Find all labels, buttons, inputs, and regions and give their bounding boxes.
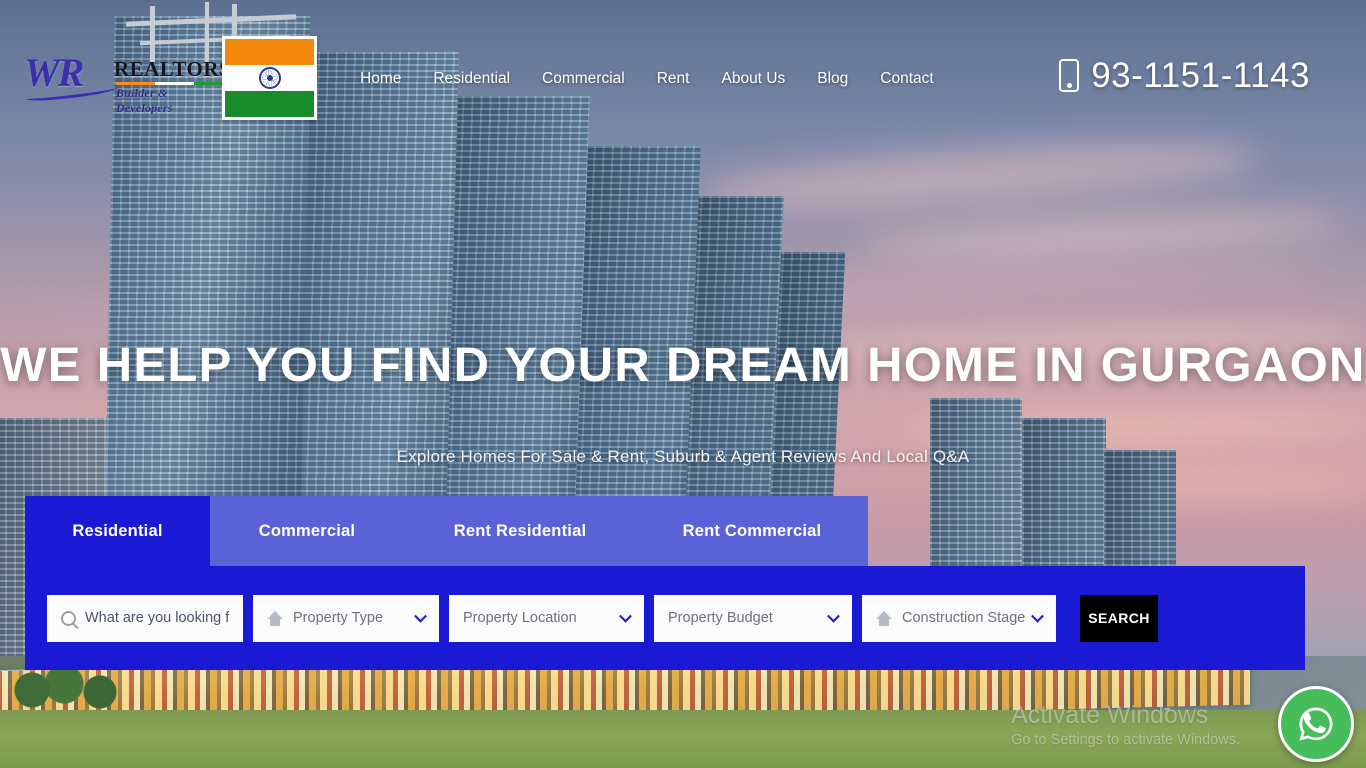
logo-tagline: Builder & Developers [116,86,173,115]
watermark-line-2: Go to Settings to activate Windows. [1011,731,1240,748]
header-phone[interactable]: 93-1151-1143 [1059,58,1310,93]
logo-company-name: REALTORS [114,57,232,81]
home-icon [876,610,892,626]
mobile-phone-icon [1059,59,1080,92]
nav-item-blog[interactable]: Blog [817,70,848,88]
ashoka-chakra-icon [258,67,281,89]
nav-item-about-us[interactable]: About Us [721,70,785,88]
property-search-bar: What are you looking for Property Type P… [25,566,1305,670]
whatsapp-chat-button[interactable] [1278,686,1354,762]
nav-item-contact[interactable]: Contact [880,70,933,88]
tab-residential[interactable]: Residential [25,496,210,566]
watermark-line-1: Activate Windows [1011,700,1209,729]
india-flag-icon [222,36,317,120]
chevron-down-icon [827,609,840,623]
nav-item-rent[interactable]: Rent [657,70,690,88]
hero-title: WE HELP YOU FIND YOUR DREAM HOME IN GURG… [0,339,1366,392]
chevron-down-icon [619,609,632,623]
chevron-down-icon [1031,609,1044,623]
nav-item-commercial[interactable]: Commercial [542,70,625,88]
property-type-value: Property Type [293,610,384,626]
property-budget-value: Property Budget [668,610,773,626]
main-navigation: Home Residential Commercial Rent About U… [360,70,934,88]
search-icon [61,610,76,626]
tab-commercial[interactable]: Commercial [210,496,404,566]
hero-subtitle: Explore Homes For Sale & Rent, Suburb & … [396,447,970,466]
home-icon [267,610,283,626]
tab-rent-residential[interactable]: Rent Residential [404,496,636,566]
site-header: WR REALTORS Builder & Developers Home Re… [0,0,1366,152]
search-input[interactable]: What are you looking for [47,594,243,642]
property-type-select[interactable]: Property Type [253,594,439,642]
construction-stage-value: Construction Stage [902,610,1026,626]
nav-item-residential[interactable]: Residential [433,70,510,88]
property-location-value: Property Location [463,610,577,626]
hero-banner: WR REALTORS Builder & Developers Home Re… [0,0,1366,768]
whatsapp-icon [1299,707,1333,741]
site-logo[interactable]: WR REALTORS Builder & Developers [24,53,234,115]
flag-band-saffron [225,39,314,65]
logo-tricolor-rule [116,82,234,85]
property-budget-select[interactable]: Property Budget [654,594,852,642]
property-location-select[interactable]: Property Location [449,594,644,642]
search-button[interactable]: SEARCH [1080,594,1158,642]
construction-stage-select[interactable]: Construction Stage [862,594,1056,642]
tab-rent-commercial[interactable]: Rent Commercial [636,496,868,566]
chevron-down-icon [414,609,427,623]
flag-band-green [225,90,314,117]
windows-activation-watermark: Activate Windows Go to Settings to activ… [1011,701,1240,750]
search-input-placeholder: What are you looking for [85,610,229,626]
trees [14,662,134,716]
nav-item-home[interactable]: Home [360,70,401,88]
phone-number: 93-1151-1143 [1091,56,1310,95]
search-tabs: Residential Commercial Rent Residential … [25,496,868,566]
